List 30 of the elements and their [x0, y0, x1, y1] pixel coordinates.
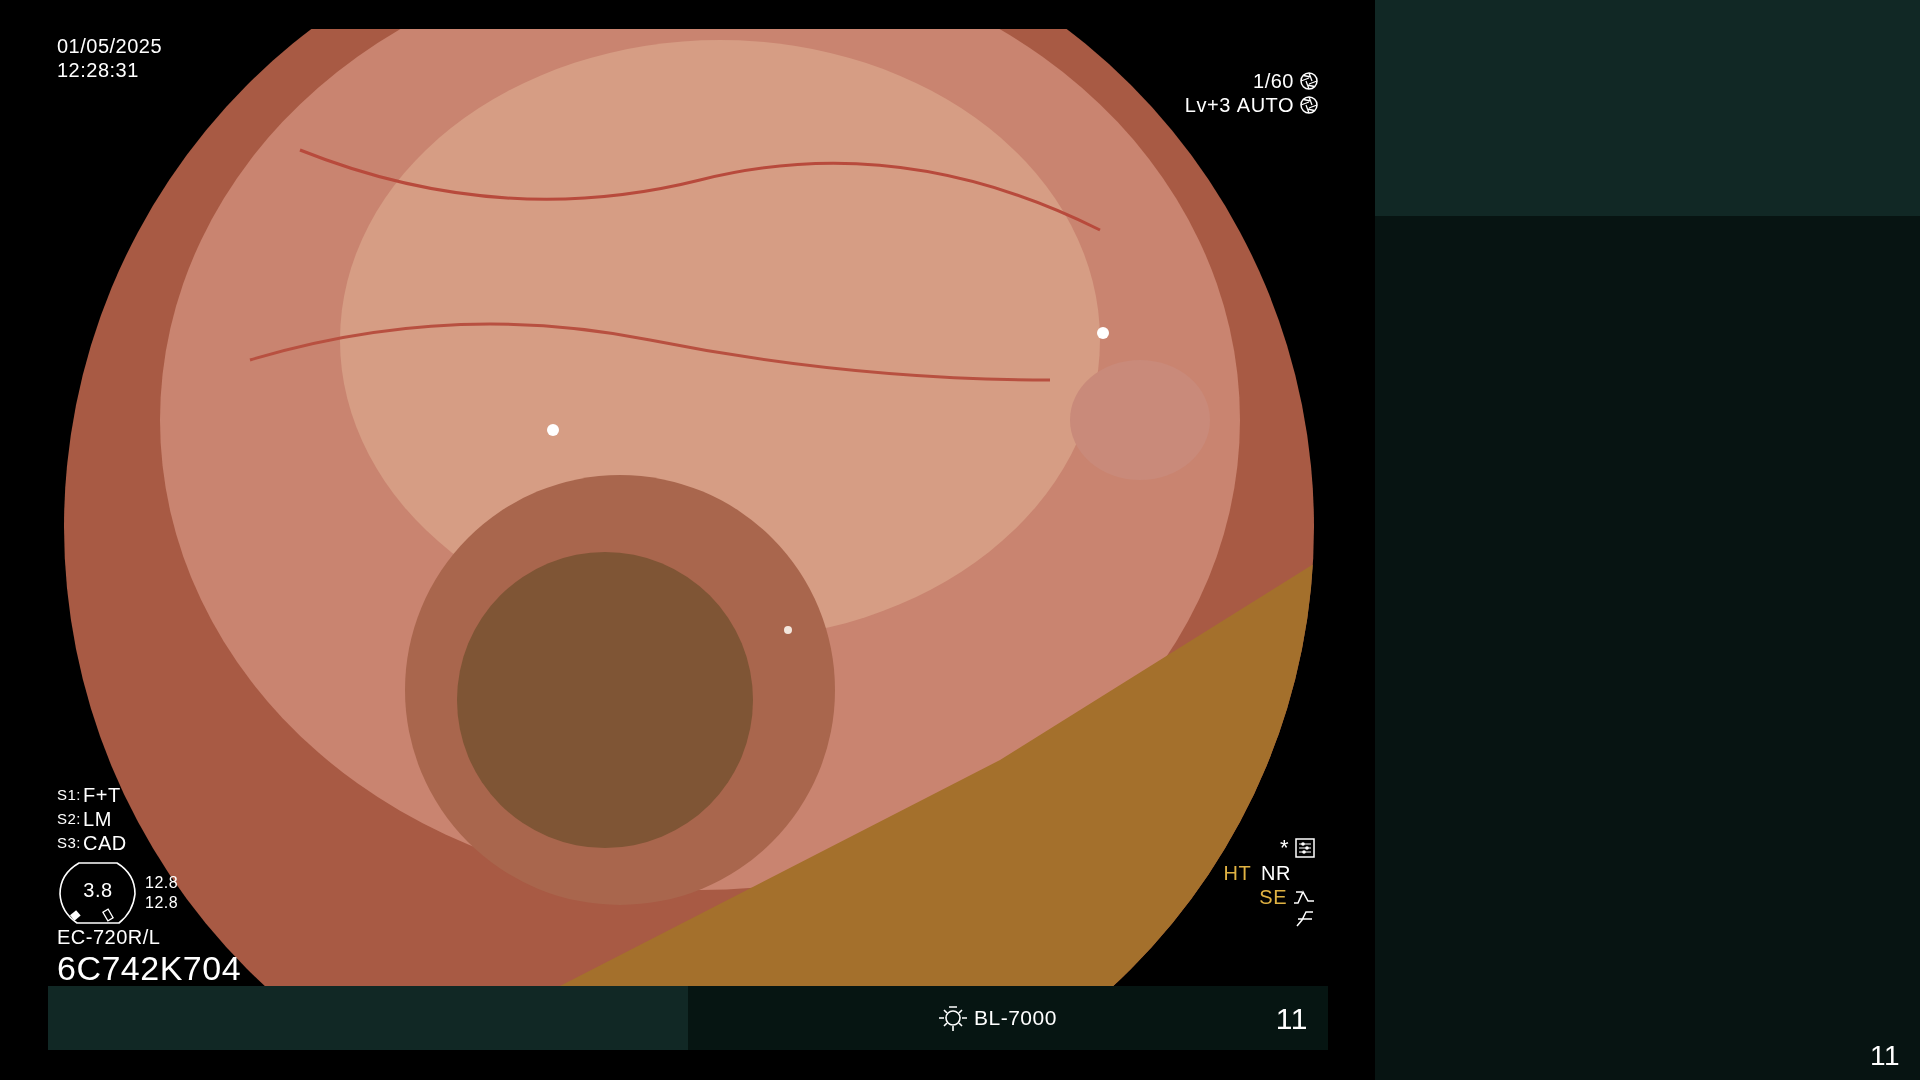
curve-icon	[1293, 889, 1315, 906]
serial-number: 6C742K704	[57, 950, 242, 986]
gauge-value: 3.8	[83, 879, 113, 901]
switch-key: S2:	[57, 810, 81, 828]
exposure-level: Lv+3	[1184, 94, 1231, 116]
gauge-icon	[57, 862, 139, 924]
frame-counter: 11	[1869, 1041, 1900, 1072]
shutter-icon	[1300, 72, 1318, 90]
exposure-mode: AUTO	[1236, 94, 1294, 116]
frame-counter: 11	[1275, 1001, 1308, 1035]
date-text: 01/05/2025	[57, 35, 163, 57]
iris-icon	[1300, 96, 1318, 114]
enhancement-label: HT	[1223, 862, 1252, 885]
switch-function: LM	[83, 808, 112, 830]
shutter-speed: 1/60	[1253, 70, 1294, 92]
marker-text: *	[1279, 836, 1289, 861]
time-text: 12:28:31	[57, 59, 140, 81]
settings-icon	[1295, 838, 1315, 859]
enhancement-label: SE	[1259, 886, 1287, 909]
switch-function: F+T	[83, 784, 121, 806]
switch-function: CAD	[83, 832, 127, 854]
curve-icon	[1295, 910, 1315, 929]
gauge-reading: 12.8	[145, 874, 179, 892]
lamp-icon	[938, 1004, 968, 1032]
scope-model: EC-720R/L	[57, 926, 162, 948]
enhancement-label: NR	[1261, 862, 1291, 885]
switch-key: S1:	[57, 786, 81, 804]
switch-key: S3:	[57, 834, 81, 852]
gauge-reading: 12.8	[145, 894, 179, 912]
light-source: BL-7000	[974, 1006, 1057, 1030]
